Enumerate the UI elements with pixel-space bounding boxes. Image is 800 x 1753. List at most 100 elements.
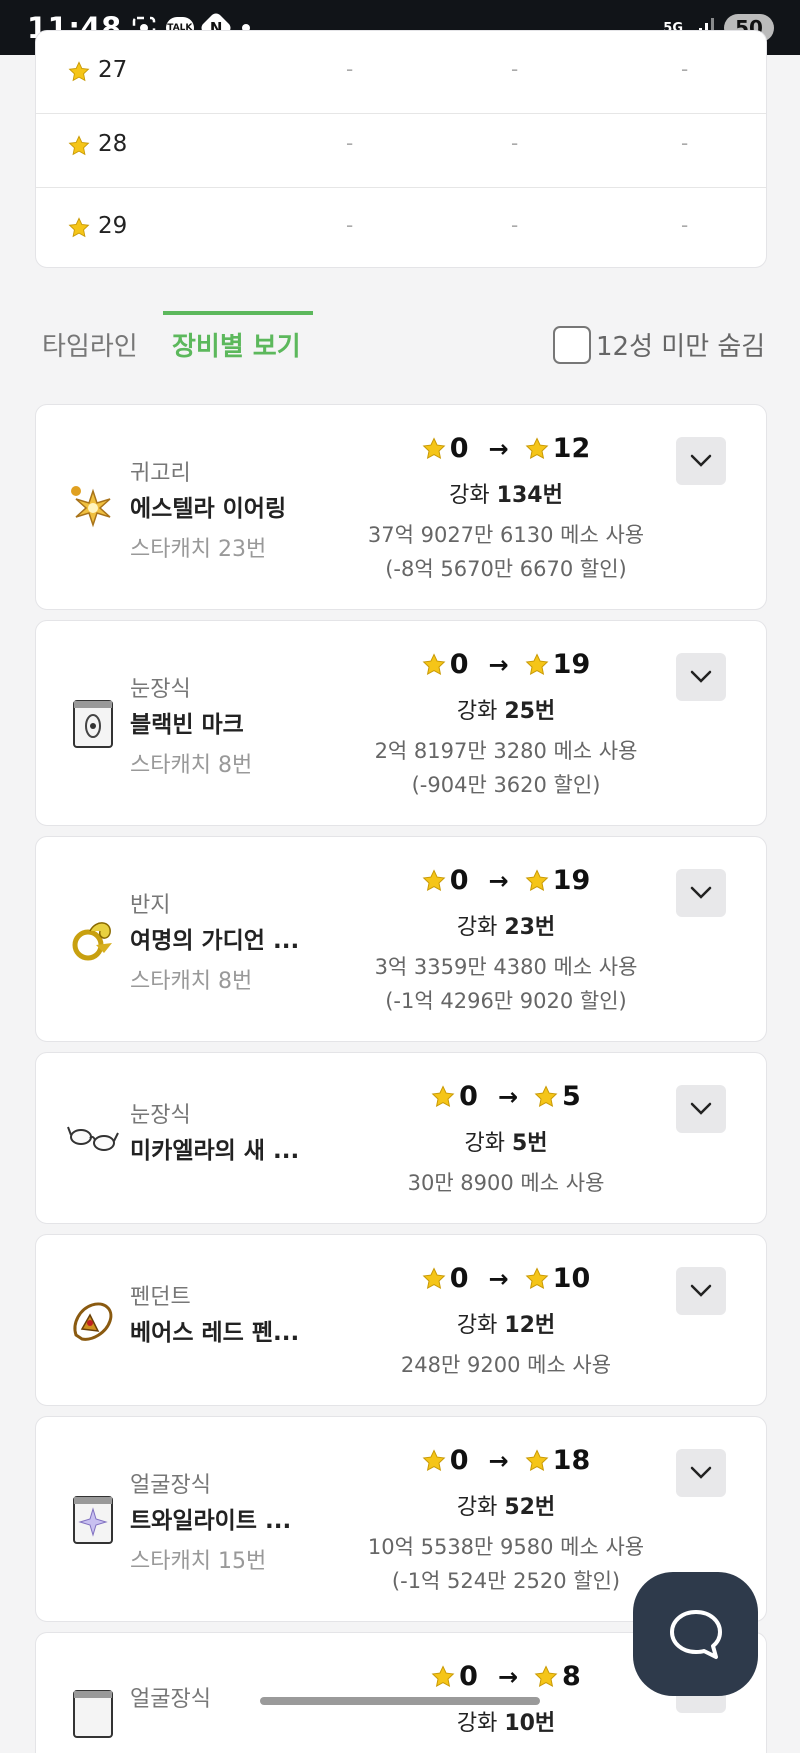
ring-icon [72, 922, 112, 961]
active-tab-indicator [163, 311, 313, 315]
star-icon [525, 1448, 549, 1471]
enhance-count: 강화 10번 [456, 1711, 556, 1736]
starcatch-count: 스타캐치 8번 [130, 753, 253, 778]
expand-button[interactable] [676, 869, 726, 917]
expand-button[interactable] [676, 1085, 726, 1133]
star-to: 19 [552, 865, 591, 896]
chevron-down-icon [690, 670, 712, 683]
star-level: 28 [98, 131, 128, 157]
tab-by-equipment[interactable]: 장비별 보기 [162, 326, 311, 363]
star-icon [422, 868, 446, 891]
star-progress: 0 → 10 [376, 1263, 636, 1294]
expand-button[interactable] [676, 437, 726, 485]
star-from: 0 [449, 1445, 469, 1476]
star-to: 8 [562, 1661, 581, 1692]
table-row: 28 - - - [36, 105, 766, 188]
hide-below-12-checkbox[interactable] [553, 326, 591, 364]
star-to: 10 [552, 1263, 591, 1294]
star-from: 0 [449, 433, 469, 464]
star-icon [525, 1266, 549, 1289]
star-from: 0 [449, 649, 469, 680]
star-icon [534, 1664, 558, 1687]
table-cell: - [681, 57, 689, 81]
enhance-count: 강화 134번 [449, 483, 563, 508]
enhance-count: 강화 25번 [456, 699, 556, 724]
star-icon [422, 1266, 446, 1289]
tab-timeline[interactable]: 타임라인 [42, 326, 138, 363]
star-progress: 0 → 18 [376, 1445, 636, 1476]
chevron-down-icon [690, 1466, 712, 1479]
home-indicator[interactable] [260, 1697, 540, 1705]
item-type: 얼굴장식 [130, 1687, 211, 1712]
meso-used: 3억 3359만 4380 메소 사용 [374, 955, 638, 979]
chat-button[interactable] [633, 1572, 758, 1696]
item-card[interactable]: 귀고리 에스텔라 이어링 스타캐치 23번 0 → 12 강화 134번 37억… [35, 404, 767, 610]
item-name: 에스텔라 이어링 [130, 496, 287, 522]
table-cell: - [346, 131, 354, 155]
item-name: 트와일라이트 ... [130, 1508, 292, 1534]
item-type: 눈장식 [130, 1103, 191, 1128]
star-icon [534, 1084, 558, 1107]
star-icon [422, 1448, 446, 1471]
item-card[interactable]: 눈장식 미카엘라의 새 ... 0 → 5 강화 5번 30만 8900 메소 … [35, 1052, 767, 1224]
expand-button[interactable] [676, 653, 726, 701]
star-progress: 0 → 19 [376, 649, 636, 680]
arrow-right-icon: → [497, 1082, 519, 1111]
table-row: 27 - - - [36, 31, 766, 114]
star-to: 5 [562, 1081, 581, 1112]
arrow-right-icon: → [488, 434, 509, 463]
meso-used: 2억 8197만 3280 메소 사용 [374, 739, 638, 763]
star-from: 0 [459, 1081, 478, 1112]
face-accessory-icon [73, 1496, 113, 1544]
table-cell: - [511, 57, 519, 81]
star-icon [68, 61, 90, 82]
item-type: 귀고리 [130, 461, 191, 486]
starcatch-count: 스타캐치 8번 [130, 969, 253, 994]
star-from: 0 [459, 1661, 478, 1692]
meso-discount: (-8억 5670만 6670 할인) [385, 557, 627, 581]
table-cell: - [346, 213, 354, 237]
item-type: 반지 [130, 893, 171, 918]
star-icon [68, 135, 90, 156]
meso-discount: (-1억 4296만 9020 할인) [385, 989, 627, 1013]
table-cell: - [511, 213, 519, 237]
hide-below-12-label[interactable]: 12성 미만 숨김 [596, 326, 765, 363]
arrow-right-icon: → [488, 1446, 509, 1475]
earring-icon [71, 486, 111, 528]
pendant-icon [73, 1302, 113, 1341]
chat-bubble-icon [669, 1610, 722, 1659]
star-from: 0 [449, 1263, 469, 1294]
face-accessory-icon [73, 1690, 113, 1738]
star-progress: 0 → 5 [376, 1081, 636, 1112]
star-level: 29 [98, 213, 128, 239]
expand-button[interactable] [676, 1267, 726, 1315]
expand-button[interactable] [676, 1449, 726, 1497]
eye-accessory-icon [73, 700, 113, 748]
meso-discount: (-1억 524만 2520 할인) [391, 1569, 621, 1593]
item-card[interactable]: 반지 여명의 가디언 ... 스타캐치 8번 0 → 19 강화 23번 3억 … [35, 836, 767, 1042]
star-to: 19 [552, 649, 591, 680]
arrow-right-icon: → [497, 1662, 519, 1691]
star-icon [431, 1084, 455, 1107]
enhance-count: 강화 12번 [456, 1313, 556, 1338]
chevron-down-icon [690, 454, 712, 467]
table-cell: - [511, 131, 519, 155]
item-card[interactable]: 눈장식 블랙빈 마크 스타캐치 8번 0 → 19 강화 25번 2억 8197… [35, 620, 767, 826]
arrow-right-icon: → [488, 650, 509, 679]
meso-used: 37억 9027만 6130 메소 사용 [367, 523, 645, 547]
item-card[interactable]: 펜던트 베어스 레드 펜... 0 → 10 강화 12번 248만 9200 … [35, 1234, 767, 1406]
star-to: 12 [552, 433, 591, 464]
star-icon [431, 1664, 455, 1687]
star-from: 0 [449, 865, 469, 896]
item-type: 펜던트 [130, 1285, 191, 1310]
star-progress: 0 → 19 [376, 865, 636, 896]
star-progress: 0 → 12 [376, 433, 636, 464]
meso-used: 248만 9200 메소 사용 [400, 1353, 612, 1377]
enhance-count: 강화 52번 [456, 1495, 556, 1520]
star-to: 18 [552, 1445, 591, 1476]
star-icon [525, 436, 549, 459]
table-cell: - [681, 213, 689, 237]
item-name: 미카엘라의 새 ... [130, 1138, 300, 1164]
item-name: 블랙빈 마크 [130, 712, 244, 738]
table-row: 29 - - - [36, 187, 766, 267]
